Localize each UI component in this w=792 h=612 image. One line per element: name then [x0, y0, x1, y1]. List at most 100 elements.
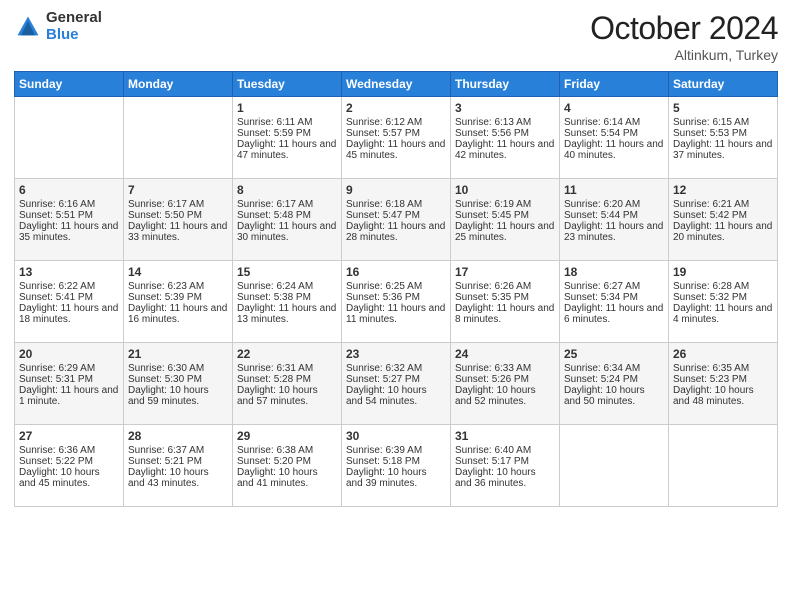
calendar-cell: 3Sunrise: 6:13 AMSunset: 5:56 PMDaylight…: [451, 97, 560, 179]
sunrise-text: Sunrise: 6:22 AM: [19, 281, 119, 292]
sunrise-text: Sunrise: 6:29 AM: [19, 363, 119, 374]
daylight-text: Daylight: 11 hours and 8 minutes.: [455, 303, 555, 325]
sunrise-text: Sunrise: 6:30 AM: [128, 363, 228, 374]
logo-general: General: [46, 10, 102, 27]
calendar-week-5: 27Sunrise: 6:36 AMSunset: 5:22 PMDayligh…: [15, 425, 778, 507]
day-number: 15: [237, 265, 337, 279]
logo-blue: Blue: [46, 27, 102, 44]
sunset-text: Sunset: 5:24 PM: [564, 374, 664, 385]
calendar-cell: [560, 425, 669, 507]
day-number: 8: [237, 183, 337, 197]
location: Altinkum, Turkey: [590, 47, 778, 63]
daylight-text: Daylight: 11 hours and 6 minutes.: [564, 303, 664, 325]
sunset-text: Sunset: 5:32 PM: [673, 292, 773, 303]
sunset-text: Sunset: 5:31 PM: [19, 374, 119, 385]
weekday-header-wednesday: Wednesday: [342, 72, 451, 97]
sunrise-text: Sunrise: 6:24 AM: [237, 281, 337, 292]
daylight-text: Daylight: 10 hours and 59 minutes.: [128, 385, 228, 407]
calendar-cell: 6Sunrise: 6:16 AMSunset: 5:51 PMDaylight…: [15, 179, 124, 261]
calendar-cell: 28Sunrise: 6:37 AMSunset: 5:21 PMDayligh…: [124, 425, 233, 507]
logo-text: General Blue: [46, 10, 102, 43]
sunset-text: Sunset: 5:23 PM: [673, 374, 773, 385]
month-title: October 2024: [590, 10, 778, 47]
title-section: October 2024 Altinkum, Turkey: [590, 10, 778, 63]
calendar-cell: 1Sunrise: 6:11 AMSunset: 5:59 PMDaylight…: [233, 97, 342, 179]
sunrise-text: Sunrise: 6:33 AM: [455, 363, 555, 374]
sunrise-text: Sunrise: 6:11 AM: [237, 117, 337, 128]
sunset-text: Sunset: 5:47 PM: [346, 210, 446, 221]
daylight-text: Daylight: 11 hours and 45 minutes.: [346, 139, 446, 161]
day-number: 24: [455, 347, 555, 361]
daylight-text: Daylight: 10 hours and 52 minutes.: [455, 385, 555, 407]
day-number: 5: [673, 101, 773, 115]
calendar-week-2: 6Sunrise: 6:16 AMSunset: 5:51 PMDaylight…: [15, 179, 778, 261]
weekday-header-monday: Monday: [124, 72, 233, 97]
sunrise-text: Sunrise: 6:14 AM: [564, 117, 664, 128]
sunrise-text: Sunrise: 6:19 AM: [455, 199, 555, 210]
calendar-cell: 5 Sunrise: 6:15 AMSunset: 5:53 PMDaylight…: [669, 97, 778, 179]
day-number: 25: [564, 347, 664, 361]
weekday-header-thursday: Thursday: [451, 72, 560, 97]
day-number: 6: [19, 183, 119, 197]
daylight-text: Daylight: 10 hours and 39 minutes.: [346, 467, 446, 489]
weekday-header-row: SundayMondayTuesdayWednesdayThursdayFrid…: [15, 72, 778, 97]
sunset-text: Sunset: 5:34 PM: [564, 292, 664, 303]
sunrise-text: Sunrise: 6:12 AM: [346, 117, 446, 128]
calendar-cell: 16Sunrise: 6:25 AMSunset: 5:36 PMDayligh…: [342, 261, 451, 343]
calendar: SundayMondayTuesdayWednesdayThursdayFrid…: [14, 71, 778, 507]
calendar-cell: 25Sunrise: 6:34 AMSunset: 5:24 PMDayligh…: [560, 343, 669, 425]
calendar-cell: 2Sunrise: 6:12 AMSunset: 5:57 PMDaylight…: [342, 97, 451, 179]
daylight-text: Daylight: 10 hours and 48 minutes.: [673, 385, 773, 407]
daylight-text: Daylight: 11 hours and 37 minutes.: [673, 139, 773, 161]
sunrise-text: Sunrise: 6:26 AM: [455, 281, 555, 292]
sunset-text: Sunset: 5:36 PM: [346, 292, 446, 303]
daylight-text: Daylight: 11 hours and 23 minutes.: [564, 221, 664, 243]
calendar-cell: 18Sunrise: 6:27 AMSunset: 5:34 PMDayligh…: [560, 261, 669, 343]
sunrise-text: Sunrise: 6:38 AM: [237, 445, 337, 456]
weekday-header-friday: Friday: [560, 72, 669, 97]
day-number: 13: [19, 265, 119, 279]
calendar-cell: 7Sunrise: 6:17 AMSunset: 5:50 PMDaylight…: [124, 179, 233, 261]
daylight-text: Daylight: 11 hours and 16 minutes.: [128, 303, 228, 325]
logo: General Blue: [14, 10, 102, 43]
daylight-text: Daylight: 10 hours and 50 minutes.: [564, 385, 664, 407]
day-number: 3: [455, 101, 555, 115]
sunset-text: Sunset: 5:51 PM: [19, 210, 119, 221]
calendar-cell: 29Sunrise: 6:38 AMSunset: 5:20 PMDayligh…: [233, 425, 342, 507]
sunrise-text: Sunrise: 6:37 AM: [128, 445, 228, 456]
sunrise-text: Sunrise: 6:18 AM: [346, 199, 446, 210]
day-number: 9: [346, 183, 446, 197]
day-number: 20: [19, 347, 119, 361]
sunset-text: Sunset: 5:41 PM: [19, 292, 119, 303]
sunrise-text: Sunrise: 6:27 AM: [564, 281, 664, 292]
daylight-text: Daylight: 10 hours and 43 minutes.: [128, 467, 228, 489]
daylight-text: Daylight: 11 hours and 13 minutes.: [237, 303, 337, 325]
sunset-text: Sunset: 5:48 PM: [237, 210, 337, 221]
sunset-text: Sunset: 5:26 PM: [455, 374, 555, 385]
day-number: 14: [128, 265, 228, 279]
sunrise-text: Sunrise: 6:25 AM: [346, 281, 446, 292]
sunrise-text: Sunrise: 6:40 AM: [455, 445, 555, 456]
sunrise-text: Sunrise: 6:17 AM: [237, 199, 337, 210]
day-number: 16: [346, 265, 446, 279]
day-number: 30: [346, 429, 446, 443]
calendar-cell: 8 Sunrise: 6:17 AMSunset: 5:48 PMDaylight…: [233, 179, 342, 261]
day-number: 29: [237, 429, 337, 443]
daylight-text: Daylight: 11 hours and 33 minutes.: [128, 221, 228, 243]
sunrise-text: Sunrise: 6:17 AM: [128, 199, 228, 210]
sunrise-text: Sunrise: 6:32 AM: [346, 363, 446, 374]
sunset-text: Sunset: 5:35 PM: [455, 292, 555, 303]
calendar-cell: 13Sunrise: 6:22 AMSunset: 5:41 PMDayligh…: [15, 261, 124, 343]
daylight-text: Daylight: 11 hours and 30 minutes.: [237, 221, 337, 243]
sunrise-text: Sunrise: 6:15 AM: [673, 117, 773, 128]
calendar-week-1: 1Sunrise: 6:11 AMSunset: 5:59 PMDaylight…: [15, 97, 778, 179]
calendar-body: 1Sunrise: 6:11 AMSunset: 5:59 PMDaylight…: [15, 97, 778, 507]
sunset-text: Sunset: 5:56 PM: [455, 128, 555, 139]
day-number: 22: [237, 347, 337, 361]
sunrise-text: Sunrise: 6:36 AM: [19, 445, 119, 456]
sunrise-text: Sunrise: 6:23 AM: [128, 281, 228, 292]
sunset-text: Sunset: 5:18 PM: [346, 456, 446, 467]
sunrise-text: Sunrise: 6:21 AM: [673, 199, 773, 210]
daylight-text: Daylight: 11 hours and 28 minutes.: [346, 221, 446, 243]
sunset-text: Sunset: 5:53 PM: [673, 128, 773, 139]
